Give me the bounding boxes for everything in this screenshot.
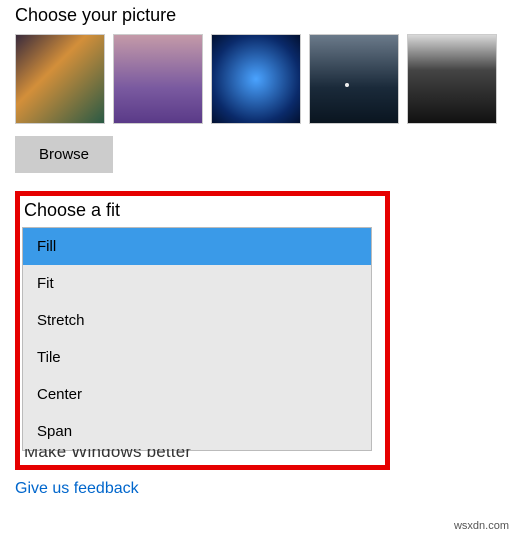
wallpaper-thumb-2[interactable] — [113, 34, 203, 124]
wallpaper-thumb-4[interactable] — [309, 34, 399, 124]
fit-option-tile[interactable]: Tile — [23, 339, 371, 376]
browse-button[interactable]: Browse — [15, 136, 113, 173]
fit-section-highlight: Choose a fit Fill Fit Stretch Tile Cente… — [15, 191, 390, 470]
fit-option-stretch[interactable]: Stretch — [23, 302, 371, 339]
fit-option-fit[interactable]: Fit — [23, 265, 371, 302]
fit-option-span[interactable]: Span — [23, 413, 371, 450]
fit-dropdown[interactable]: Fill Fit Stretch Tile Center Span — [22, 227, 372, 451]
wallpaper-thumb-3[interactable] — [211, 34, 301, 124]
wallpaper-thumbnails — [15, 34, 504, 124]
obscured-heading: Make Windows better — [22, 449, 383, 463]
watermark-text: wsxdn.com — [454, 520, 509, 532]
wallpaper-thumb-1[interactable] — [15, 34, 105, 124]
fit-option-center[interactable]: Center — [23, 376, 371, 413]
wallpaper-thumb-5[interactable] — [407, 34, 497, 124]
feedback-link[interactable]: Give us feedback — [15, 480, 139, 498]
choose-picture-title: Choose your picture — [15, 5, 504, 26]
choose-fit-title: Choose a fit — [22, 198, 383, 227]
fit-option-fill[interactable]: Fill — [23, 228, 371, 265]
